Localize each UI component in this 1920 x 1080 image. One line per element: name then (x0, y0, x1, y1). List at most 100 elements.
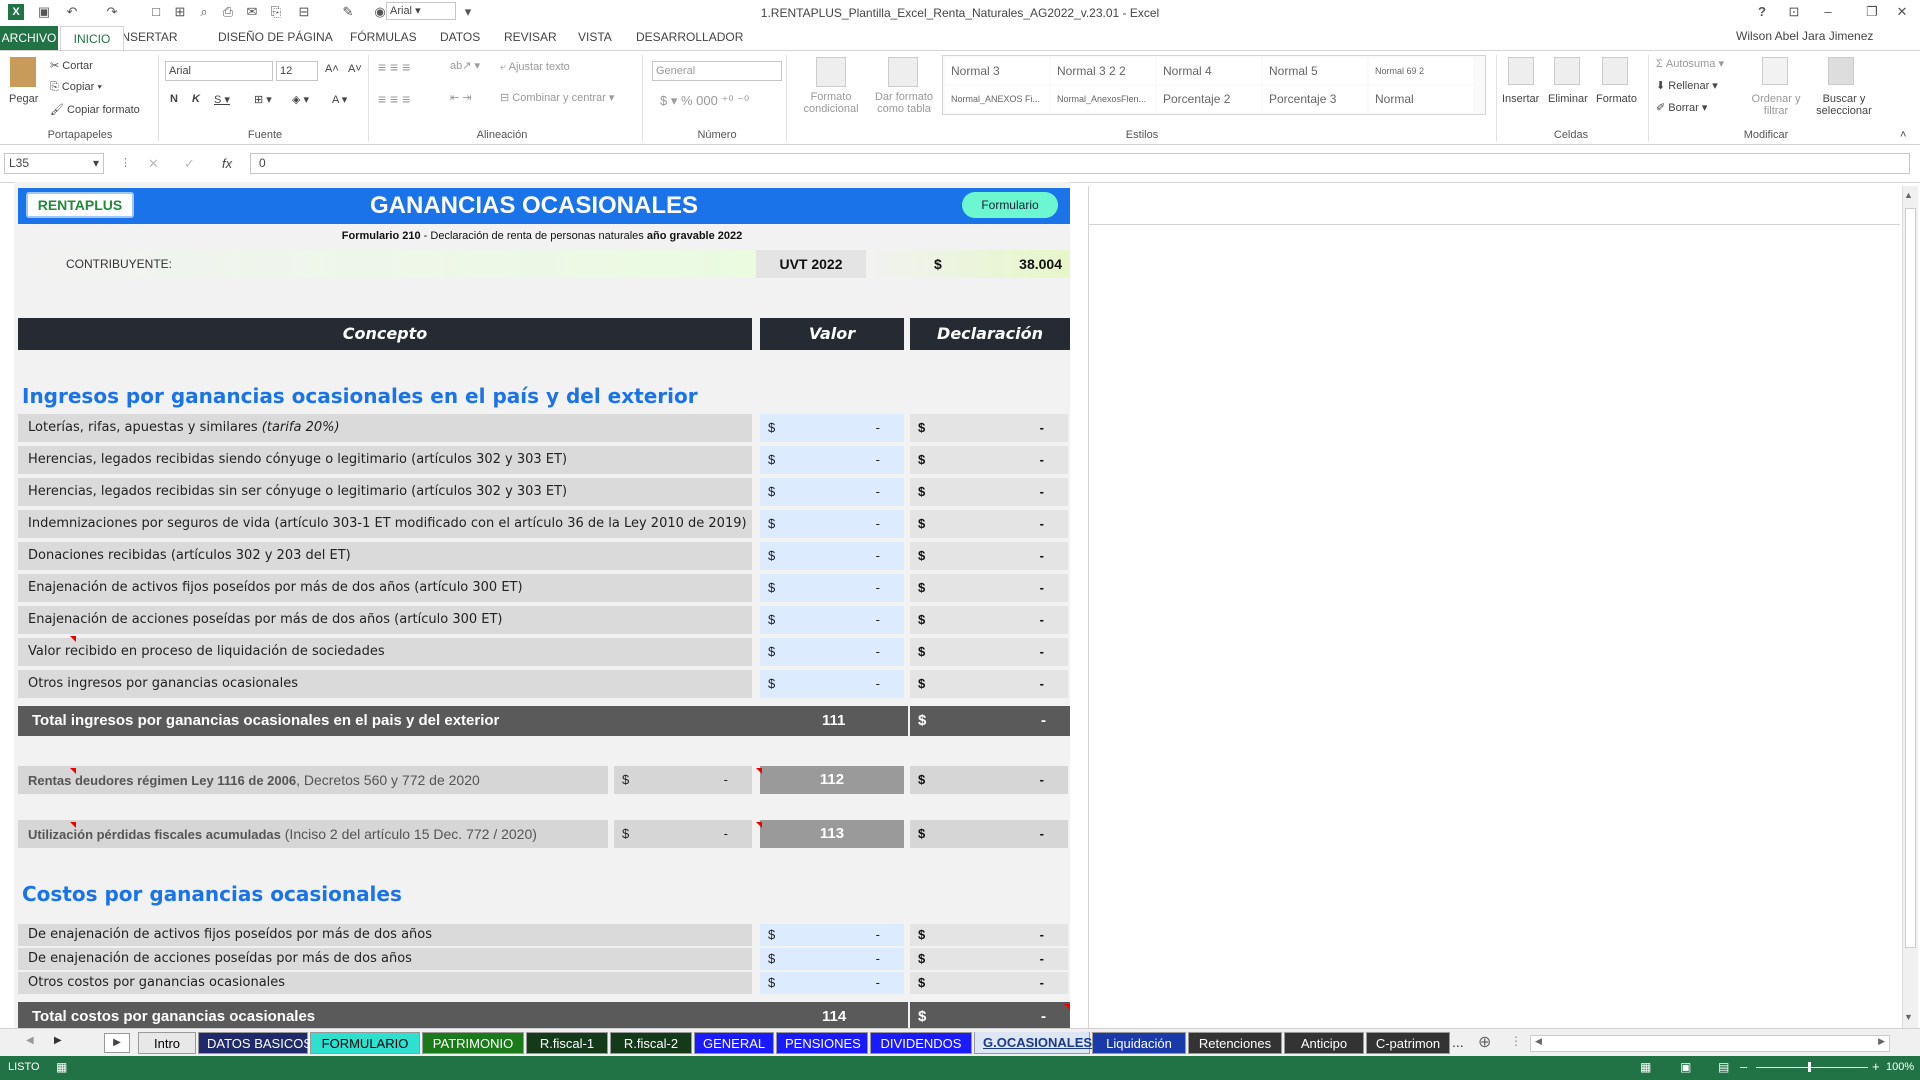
style-normal-anexosflen[interactable]: Normal_AnexosFlen... (1051, 86, 1155, 112)
zoom-slider[interactable] (1756, 1067, 1868, 1068)
scroll-thumb[interactable] (1905, 208, 1916, 948)
sort-filter-button[interactable]: Ordenar y filtrar (1748, 93, 1804, 117)
comment-indicator[interactable] (756, 768, 762, 774)
sheet-tab[interactable]: PATRIMONIO (422, 1032, 524, 1054)
sheet-tab[interactable]: GENERAL (694, 1032, 774, 1054)
page-layout-icon[interactable]: ▣ (1680, 1060, 1691, 1074)
scroll-right-icon[interactable]: ▶ (1878, 1036, 1885, 1047)
comment-indicator[interactable] (1064, 1004, 1070, 1010)
delete-cells-icon[interactable] (1554, 57, 1580, 85)
indent-icon[interactable]: ⇤ ⇥ (450, 91, 472, 104)
income-value-input[interactable]: $ - (760, 574, 904, 602)
uvt-value-cell[interactable]: $ 38.004 (866, 250, 1070, 278)
format-cells-button[interactable]: Formato (1596, 93, 1637, 105)
autosum-button[interactable]: Σ Autosuma ▾ (1656, 57, 1724, 70)
tab-list-icon[interactable]: ▶ (104, 1033, 130, 1053)
tab-desarrollador[interactable]: DESARROLLADOR (636, 30, 743, 44)
restore-icon[interactable]: ❐ (1864, 4, 1880, 20)
scroll-left-icon[interactable]: ◀ (1535, 1036, 1542, 1047)
align-left-icon[interactable]: ≡ ≡ ≡ (378, 91, 410, 107)
tab-formulas[interactable]: FÓRMULAS (350, 30, 417, 44)
income-value-input[interactable]: $ - (760, 478, 904, 506)
insert-cells-button[interactable]: Insertar (1502, 93, 1539, 105)
add-sheet-icon[interactable]: ⊕ (1478, 1032, 1491, 1052)
number-format-select[interactable]: General (652, 61, 782, 81)
style-porcentaje-3[interactable]: Porcentaje 3 (1263, 86, 1367, 112)
paste-button[interactable]: Pegar (9, 93, 38, 105)
tab-inicio[interactable]: INICIO (60, 26, 124, 51)
tabs-more[interactable]: ... (1452, 1034, 1464, 1050)
style-normal-anexos[interactable]: Normal_ANEXOS Fi... (945, 86, 1049, 112)
comment-indicator[interactable] (756, 822, 762, 828)
tab-archivo[interactable]: ARCHIVO (0, 26, 58, 50)
comment-indicator[interactable] (70, 822, 76, 828)
conditional-format-icon[interactable] (816, 57, 846, 87)
copy-button[interactable]: ⎘ Copiar ▾ (50, 81, 102, 94)
fill-button[interactable]: ⬇ Rellenar ▾ (1656, 79, 1718, 92)
rentas-deudores-input[interactable]: $ - (614, 766, 752, 794)
italic-icon[interactable]: K (192, 93, 200, 105)
user-name[interactable]: Wilson Abel Jara Jimenez (1736, 29, 1873, 43)
tab-scroll-right-icon[interactable]: ▶ (54, 1035, 62, 1046)
income-value-input[interactable]: $ - (760, 606, 904, 634)
name-box-dropdown-icon[interactable]: ▾ (93, 154, 99, 173)
macro-record-icon[interactable]: ▦ (56, 1060, 67, 1074)
comment-indicator[interactable] (70, 636, 76, 642)
sheet-tab[interactable]: R.fiscal-1 (526, 1032, 608, 1054)
income-value-input[interactable]: $ - (760, 446, 904, 474)
sheet-tab[interactable]: Liquidación (1092, 1032, 1186, 1054)
clear-button[interactable]: ✐ Borrar ▾ (1656, 101, 1707, 114)
font-color-icon[interactable]: A ▾ (332, 93, 347, 106)
format-as-table-icon[interactable] (888, 57, 918, 87)
style-porcentaje-2[interactable]: Porcentaje 2 (1157, 86, 1261, 112)
sheet-tab[interactable]: Retenciones (1188, 1032, 1282, 1054)
shrink-font-icon[interactable]: A˅ (348, 63, 362, 75)
minimize-icon[interactable]: – (1820, 4, 1836, 20)
tab-revisar[interactable]: REVISAR (504, 30, 557, 44)
sheet-tab[interactable]: C-patrimon (1366, 1032, 1450, 1054)
income-value-input[interactable]: $ - (760, 638, 904, 666)
find-select-button[interactable]: Buscar y seleccionar (1808, 93, 1880, 117)
sheet-tab[interactable]: G.OCASIONALES (974, 1032, 1092, 1054)
font-size-select[interactable]: 12 (276, 61, 318, 81)
style-normal-5[interactable]: Normal 5 (1263, 58, 1367, 84)
income-value-input[interactable]: $ - (760, 542, 904, 570)
sheet-tab[interactable]: PENSIONES (776, 1032, 868, 1054)
horizontal-scrollbar[interactable]: ◀ ▶ (1530, 1035, 1890, 1052)
sheet-tab[interactable]: DIVIDENDOS (870, 1032, 972, 1054)
wrap-text-button[interactable]: ⤶ Ajustar texto (500, 61, 570, 74)
style-normal-4[interactable]: Normal 4 (1157, 58, 1261, 84)
style-normal-3-2-2[interactable]: Normal 3 2 2 (1051, 58, 1155, 84)
tab-insertar[interactable]: INSERTAR (118, 30, 178, 44)
format-cells-icon[interactable] (1602, 57, 1628, 85)
grow-font-icon[interactable]: A˄ (325, 63, 339, 75)
sheet-tab[interactable]: Intro (138, 1032, 196, 1054)
delete-cells-button[interactable]: Eliminar (1548, 93, 1588, 105)
vertical-scrollbar[interactable]: ▲ ▼ (1902, 186, 1918, 1028)
income-value-input[interactable]: $ - (760, 670, 904, 698)
sort-filter-icon[interactable] (1762, 57, 1788, 85)
insert-cells-icon[interactable] (1508, 57, 1534, 85)
normal-view-icon[interactable]: ▦ (1640, 1060, 1651, 1074)
zoom-level[interactable]: 100% (1886, 1061, 1914, 1073)
tab-datos[interactable]: DATOS (440, 30, 480, 44)
formula-input[interactable]: 0 (250, 153, 1910, 174)
align-top-icon[interactable]: ≡ ≡ ≡ (378, 59, 410, 75)
bold-icon[interactable]: N (170, 93, 178, 105)
comment-indicator[interactable] (70, 768, 76, 774)
tab-scroll-left-icon[interactable]: ◀ (26, 1035, 34, 1046)
merge-center-button[interactable]: ⊟ Combinar y centrar ▾ (500, 91, 614, 104)
sheet-tab[interactable]: DATOS BASICOS (198, 1032, 312, 1054)
insert-function-icon[interactable]: fx (222, 156, 232, 171)
borders-button-icon[interactable]: ⊞ ▾ (254, 93, 272, 106)
cost-value-input[interactable]: $ - (760, 948, 904, 970)
cancel-entry-icon[interactable]: ✕ (148, 156, 159, 172)
zoom-in-icon[interactable]: + (1872, 1059, 1880, 1074)
cut-button[interactable]: ✂ Cortar (50, 59, 93, 72)
split-handle-icon[interactable]: ⋮ (1510, 1034, 1522, 1048)
cost-value-input[interactable]: $ - (760, 924, 904, 946)
conditional-format-button[interactable]: Formato condicional (796, 91, 866, 115)
zoom-thumb[interactable] (1808, 1062, 1811, 1072)
income-value-input[interactable]: $ - (760, 510, 904, 538)
collapse-ribbon-icon[interactable]: ˄ (1900, 129, 1906, 141)
